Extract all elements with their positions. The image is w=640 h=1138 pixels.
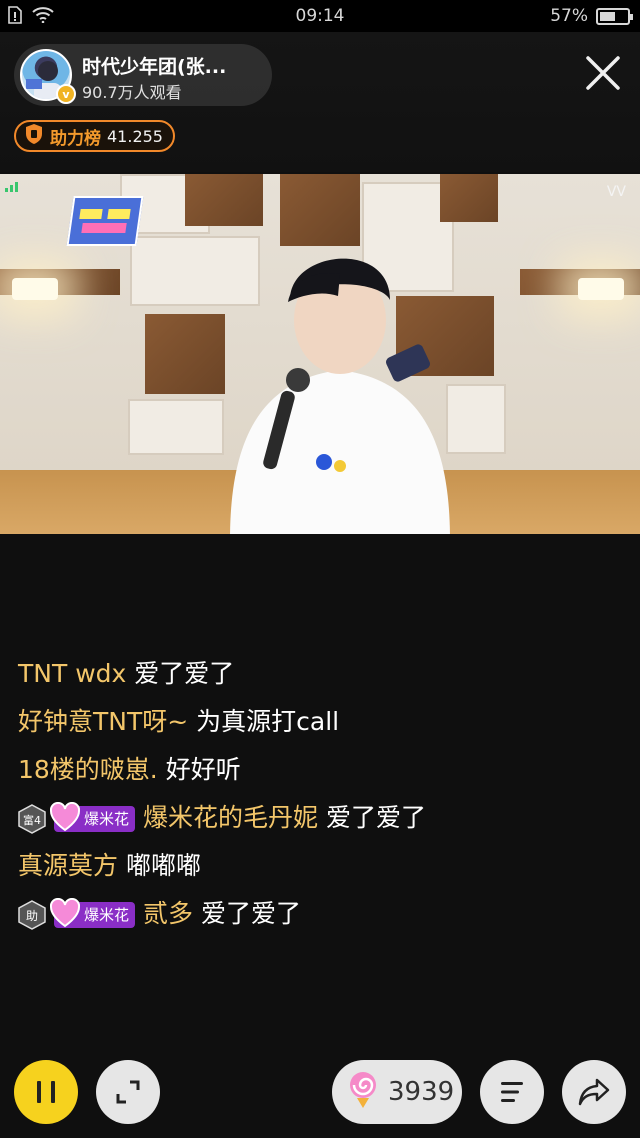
heart-icon [50,802,80,832]
fan-badge-label: 爆米花 [84,810,130,828]
lollipop-icon [346,1070,380,1114]
show-logo [66,196,144,246]
wood-panel [185,174,263,226]
close-icon [586,56,620,90]
chat-username[interactable]: TNT wdx [18,659,126,688]
shield-icon [24,123,44,149]
battery-icon [596,7,633,25]
battery-level [600,11,615,21]
menu-button[interactable] [480,1060,544,1124]
fan-badge: 爆米花 [50,898,136,928]
chat-text: 嘟嘟嘟 [125,851,201,880]
fullscreen-button[interactable] [96,1060,160,1124]
support-ranking[interactable]: 助力榜 41.255 [14,120,175,152]
pause-icon [37,1081,55,1103]
wall-lamp [578,278,624,300]
support-value: 41.255 [107,126,163,146]
wall-panel [128,399,224,455]
chat-username[interactable]: 贰多 [143,899,193,928]
chat-text: 爱了爱了 [200,899,301,928]
chat-message: 助 爆米花 贰多 爱了爱了 [18,892,458,940]
chat-username[interactable]: 18楼的啵崽. [18,755,158,784]
chat-list: TNT wdx 爱了爱了 好钟意TNT呀~ 为真源打call 18楼的啵崽. 好… [18,652,458,940]
chat-username[interactable]: 爆米花的毛丹妮 [143,803,318,832]
gift-count: 3939 [388,1077,455,1107]
clock: 09:14 [295,6,345,26]
menu-icon [501,1082,523,1102]
host-info[interactable]: v 时代少年团(张... 90.7万人观看 [14,44,272,106]
rank-badge: 富4 [18,804,46,834]
chat-message: 真源莫方 嘟嘟嘟 [18,844,458,892]
live-header: v 时代少年团(张... 90.7万人观看 助力榜 41.255 [0,32,640,172]
status-bar: 09:14 57% [0,0,640,32]
rank-badge-text: 富4 [23,813,41,827]
heart-icon [50,898,80,928]
pause-button[interactable] [14,1060,78,1124]
viewer-count: 90.7万人观看 [82,83,182,102]
share-icon [578,1078,610,1106]
chat-message: 富4 爆米花 爆米花的毛丹妮 爱了爱了 [18,796,428,844]
signal-icon [4,178,22,197]
chat-username[interactable]: 好钟意TNT呀~ [18,707,188,736]
chat-text: 为真源打call [196,707,340,736]
chat-message: 18楼的啵崽. 好好听 [18,748,458,796]
expand-icon [116,1080,140,1104]
chat-message: TNT wdx 爱了爱了 [18,652,458,700]
battery-percent: 57% [550,6,588,26]
rank-badge: 助 [18,900,46,930]
share-button[interactable] [562,1060,626,1124]
wood-panel [145,314,225,394]
rank-badge-text: 助 [26,909,38,923]
wood-panel [440,174,498,222]
fan-badge-label: 爆米花 [84,906,130,924]
chat-message: 好钟意TNT呀~ 为真源打call [18,700,458,748]
bottom-toolbar: 3939 [0,1058,640,1128]
host-name: 时代少年团(张... [82,56,227,78]
chat-text: 爱了爱了 [325,803,426,832]
chat-username[interactable]: 真源莫方 [18,851,118,880]
chat-text: 好好听 [165,755,241,784]
wood-panel [280,174,360,246]
streamer [220,240,460,534]
chat-text: 爱了爱了 [134,659,235,688]
support-label: 助力榜 [50,128,101,149]
fan-badge: 爆米花 [50,802,136,832]
gift-button[interactable]: 3939 [332,1060,462,1124]
wall-lamp [12,278,58,300]
overlay-mark: VV [606,184,626,200]
verified-badge: v [56,84,76,104]
close-button[interactable] [584,54,622,92]
live-video[interactable]: VV [0,174,640,534]
